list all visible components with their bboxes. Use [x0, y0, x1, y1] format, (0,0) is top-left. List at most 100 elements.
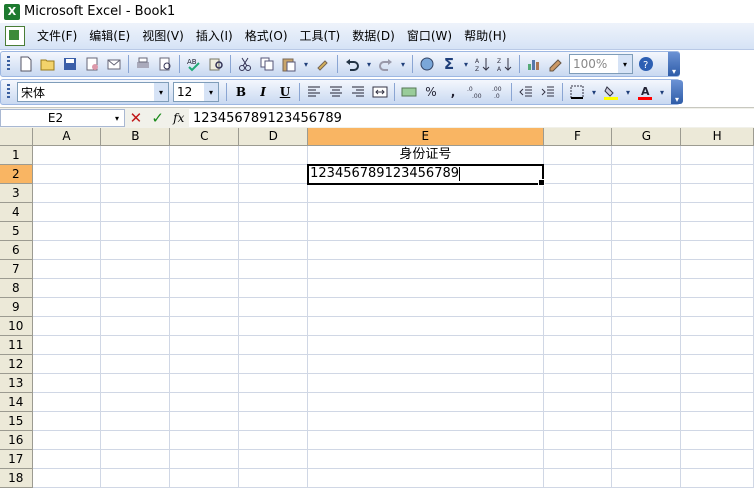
- cell-c1[interactable]: [170, 146, 240, 165]
- select-all-corner[interactable]: [0, 128, 33, 146]
- cell-h7[interactable]: [681, 260, 754, 279]
- cell-e3[interactable]: [308, 184, 544, 203]
- toolbar-grip[interactable]: [7, 84, 10, 100]
- cell-e7[interactable]: [308, 260, 544, 279]
- cell-a13[interactable]: [32, 374, 102, 393]
- row-header-16[interactable]: 16: [0, 431, 33, 450]
- chart-wizard-icon[interactable]: [523, 53, 545, 75]
- cell-b2[interactable]: [101, 165, 171, 184]
- column-header-c[interactable]: C: [170, 128, 240, 146]
- cell-e17[interactable]: [308, 450, 544, 469]
- cell-e10[interactable]: [308, 317, 544, 336]
- font-color-dropdown-icon[interactable]: ▾: [656, 81, 668, 103]
- cell-d12[interactable]: [239, 355, 309, 374]
- menu-help[interactable]: 帮助(H): [458, 25, 512, 47]
- row-header-12[interactable]: 12: [0, 355, 33, 374]
- hyperlink-icon[interactable]: [416, 53, 438, 75]
- cell-f14[interactable]: [543, 393, 613, 412]
- cell-h10[interactable]: [681, 317, 754, 336]
- cell-c6[interactable]: [170, 241, 240, 260]
- cell-c16[interactable]: [170, 431, 240, 450]
- cell-h1[interactable]: [681, 146, 754, 165]
- cell-d10[interactable]: [239, 317, 309, 336]
- excel-app-icon[interactable]: X: [4, 3, 20, 20]
- cell-b15[interactable]: [101, 412, 171, 431]
- open-icon[interactable]: [37, 53, 59, 75]
- email-icon[interactable]: [103, 53, 125, 75]
- cell-f17[interactable]: [543, 450, 613, 469]
- row-header-15[interactable]: 15: [0, 412, 33, 431]
- increase-indent-icon[interactable]: [537, 81, 559, 103]
- cell-d5[interactable]: [239, 222, 309, 241]
- copy-icon[interactable]: [256, 53, 278, 75]
- toolbar-grip[interactable]: [7, 56, 10, 72]
- column-header-d[interactable]: D: [239, 128, 309, 146]
- cell-a7[interactable]: [32, 260, 102, 279]
- row-header-18[interactable]: 18: [0, 469, 33, 488]
- permission-icon[interactable]: [81, 53, 103, 75]
- cell-d18[interactable]: [239, 469, 309, 488]
- cell-d13[interactable]: [239, 374, 309, 393]
- format-painter-icon[interactable]: [312, 53, 334, 75]
- menu-window[interactable]: 窗口(W): [401, 25, 458, 47]
- cell-b10[interactable]: [101, 317, 171, 336]
- cell-f18[interactable]: [543, 469, 613, 488]
- font-name-chevron-down-icon[interactable]: ▾: [154, 83, 168, 101]
- cell-f13[interactable]: [543, 374, 613, 393]
- spelling-icon[interactable]: AB: [183, 53, 205, 75]
- name-box-chevron-down-icon[interactable]: ▾: [110, 114, 124, 123]
- percent-button[interactable]: %: [420, 81, 442, 103]
- cell-a10[interactable]: [32, 317, 102, 336]
- cell-e13[interactable]: [308, 374, 544, 393]
- comma-button[interactable]: ,: [442, 81, 464, 103]
- cell-a11[interactable]: [32, 336, 102, 355]
- autosum-icon[interactable]: Σ: [438, 53, 460, 75]
- cell-c11[interactable]: [170, 336, 240, 355]
- cell-h13[interactable]: [681, 374, 754, 393]
- cell-d8[interactable]: [239, 279, 309, 298]
- row-header-8[interactable]: 8: [0, 279, 33, 298]
- row-header-13[interactable]: 13: [0, 374, 33, 393]
- column-header-g[interactable]: G: [612, 128, 682, 146]
- row-header-1[interactable]: 1: [0, 146, 33, 165]
- row-header-2[interactable]: 2: [0, 165, 33, 184]
- print-preview-icon[interactable]: [154, 53, 176, 75]
- zoom-dropdown[interactable]: 100% ▾: [569, 54, 633, 74]
- cell-h3[interactable]: [681, 184, 754, 203]
- cell-a18[interactable]: [32, 469, 102, 488]
- cell-c17[interactable]: [170, 450, 240, 469]
- cell-a3[interactable]: [32, 184, 102, 203]
- cell-g6[interactable]: [612, 241, 682, 260]
- cell-a8[interactable]: [32, 279, 102, 298]
- cell-d7[interactable]: [239, 260, 309, 279]
- font-name-dropdown[interactable]: 宋体 ▾: [17, 82, 169, 102]
- cell-e4[interactable]: [308, 203, 544, 222]
- cell-b6[interactable]: [101, 241, 171, 260]
- row-header-14[interactable]: 14: [0, 393, 33, 412]
- research-icon[interactable]: [205, 53, 227, 75]
- cell-a1[interactable]: [32, 146, 102, 165]
- cell-c18[interactable]: [170, 469, 240, 488]
- cell-g8[interactable]: [612, 279, 682, 298]
- formula-input[interactable]: 123456789123456789: [189, 109, 754, 127]
- row-header-4[interactable]: 4: [0, 203, 33, 222]
- cell-d11[interactable]: [239, 336, 309, 355]
- italic-button[interactable]: I: [252, 81, 274, 103]
- cell-d1[interactable]: [239, 146, 309, 165]
- cell-e16[interactable]: [308, 431, 544, 450]
- cell-b14[interactable]: [101, 393, 171, 412]
- cell-d15[interactable]: [239, 412, 309, 431]
- cell-d9[interactable]: [239, 298, 309, 317]
- row-header-10[interactable]: 10: [0, 317, 33, 336]
- cell-a14[interactable]: [32, 393, 102, 412]
- borders-icon[interactable]: [566, 81, 588, 103]
- row-header-5[interactable]: 5: [0, 222, 33, 241]
- row-header-17[interactable]: 17: [0, 450, 33, 469]
- cell-e11[interactable]: [308, 336, 544, 355]
- cell-e2[interactable]: 123456789123456789: [307, 164, 546, 186]
- cell-e15[interactable]: [308, 412, 544, 431]
- cell-a6[interactable]: [32, 241, 102, 260]
- row-header-6[interactable]: 6: [0, 241, 33, 260]
- column-header-f[interactable]: F: [543, 128, 613, 146]
- autosum-dropdown-icon[interactable]: ▾: [460, 53, 472, 75]
